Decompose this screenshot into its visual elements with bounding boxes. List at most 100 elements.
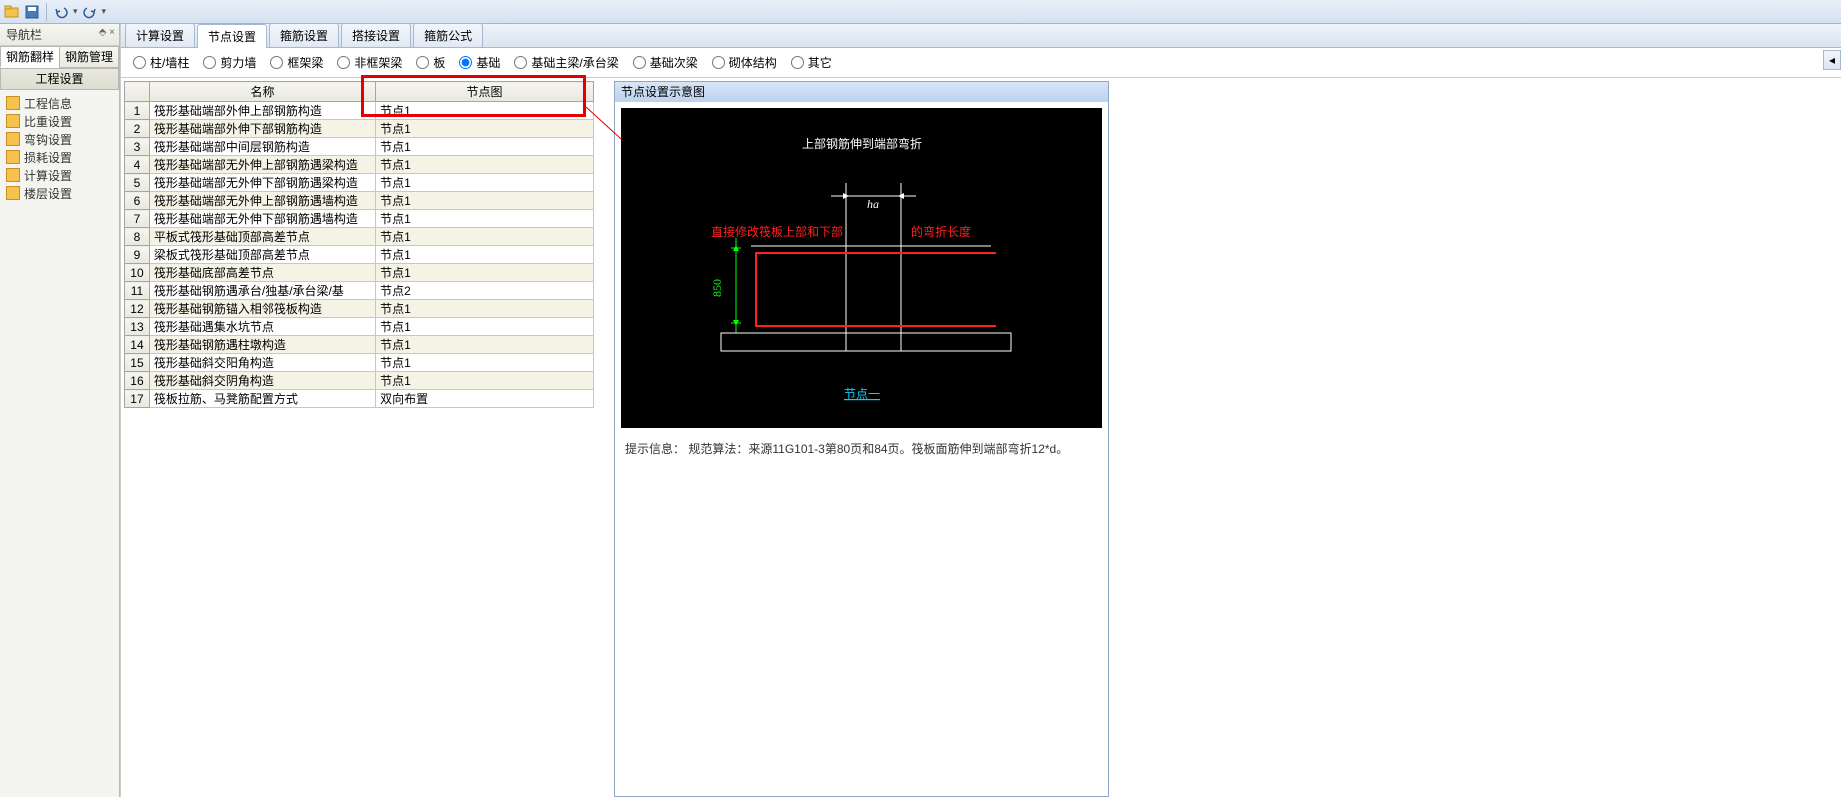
cell-name[interactable]: 筏形基础斜交阴角构造 <box>149 372 375 390</box>
tree-item-4[interactable]: 计算设置 <box>0 166 119 184</box>
table-row[interactable]: 1筏形基础端部外伸上部钢筋构造节点1 <box>125 102 594 120</box>
table-row[interactable]: 5筏形基础端部无外伸下部钢筋遇梁构造节点1 <box>125 174 594 192</box>
table-row[interactable]: 3筏形基础端部中间层钢筋构造节点1 <box>125 138 594 156</box>
cell-node[interactable]: 节点1 <box>376 156 594 174</box>
cell-node[interactable]: 节点2 <box>376 282 594 300</box>
row-number: 3 <box>125 138 150 156</box>
cell-node[interactable]: 节点1 <box>376 192 594 210</box>
left-tab-1[interactable]: 钢筋管理 <box>59 46 119 68</box>
table-row[interactable]: 7筏形基础端部无外伸下部钢筋遇墙构造节点1 <box>125 210 594 228</box>
node-grid: 名称 节点图 1筏形基础端部外伸上部钢筋构造节点12筏形基础端部外伸下部钢筋构造… <box>124 81 594 797</box>
cell-node[interactable]: 节点1 <box>376 120 594 138</box>
cell-node[interactable]: 节点1 <box>376 246 594 264</box>
table-row[interactable]: 16筏形基础斜交阴角构造节点1 <box>125 372 594 390</box>
cell-name[interactable]: 筏形基础钢筋遇承台/独基/承台梁/基 <box>149 282 375 300</box>
tree-item-0[interactable]: 工程信息 <box>0 94 119 112</box>
table-row[interactable]: 12筏形基础钢筋锚入相邻筏板构造节点1 <box>125 300 594 318</box>
radio-1[interactable]: 剪力墙 <box>203 54 256 71</box>
radio-4[interactable]: 板 <box>416 54 445 71</box>
cell-node[interactable]: 节点1 <box>376 354 594 372</box>
cell-node[interactable]: 双向布置 <box>376 390 594 408</box>
cell-name[interactable]: 筏板拉筋、马凳筋配置方式 <box>149 390 375 408</box>
tree-icon <box>6 132 20 146</box>
save-icon[interactable] <box>24 4 40 20</box>
detail-tip: 提示信息： 规范算法：来源11G101-3第80页和84页。筏板面筋伸到端部弯折… <box>615 434 1108 477</box>
grid-header-name[interactable]: 名称 <box>149 82 375 102</box>
cell-name[interactable]: 筏形基础端部中间层钢筋构造 <box>149 138 375 156</box>
cell-node[interactable]: 节点1 <box>376 264 594 282</box>
radio-8[interactable]: 砌体结构 <box>712 54 777 71</box>
tree-icon <box>6 96 20 110</box>
row-number: 15 <box>125 354 150 372</box>
main-content: 计算设置节点设置箍筋设置搭接设置箍筋公式 ◂ 柱/墙柱剪力墙框架梁非框架梁板基础… <box>120 24 1841 797</box>
cell-node[interactable]: 节点1 <box>376 174 594 192</box>
table-row[interactable]: 14筏形基础钢筋遇柱墩构造节点1 <box>125 336 594 354</box>
doc-tab-2[interactable]: 箍筋设置 <box>269 23 339 47</box>
table-row[interactable]: 10筏形基础底部高差节点节点1 <box>125 264 594 282</box>
cell-name[interactable]: 筏形基础底部高差节点 <box>149 264 375 282</box>
cell-name[interactable]: 筏形基础遇集水坑节点 <box>149 318 375 336</box>
grid-header-rownum <box>125 82 150 102</box>
radio-7[interactable]: 基础次梁 <box>633 54 698 71</box>
table-row[interactable]: 6筏形基础端部无外伸上部钢筋遇墙构造节点1 <box>125 192 594 210</box>
radio-6[interactable]: 基础主梁/承台梁 <box>514 54 618 71</box>
cell-name[interactable]: 筏形基础钢筋锚入相邻筏板构造 <box>149 300 375 318</box>
pin-icon[interactable]: ⬘ × <box>99 27 115 38</box>
cell-name[interactable]: 平板式筏形基础顶部高差节点 <box>149 228 375 246</box>
row-number: 12 <box>125 300 150 318</box>
radio-2[interactable]: 框架梁 <box>270 54 323 71</box>
doc-tab-3[interactable]: 搭接设置 <box>341 23 411 47</box>
cell-node[interactable]: 节点1 <box>376 300 594 318</box>
row-number: 14 <box>125 336 150 354</box>
table-row[interactable]: 4筏形基础端部无外伸上部钢筋遇梁构造节点1 <box>125 156 594 174</box>
cell-name[interactable]: 筏形基础端部无外伸下部钢筋遇墙构造 <box>149 210 375 228</box>
cell-node[interactable]: 节点1 <box>376 336 594 354</box>
cell-node[interactable]: 节点1 <box>376 372 594 390</box>
cell-node[interactable]: 节点1 <box>376 210 594 228</box>
cell-node[interactable]: 节点1 <box>376 138 594 156</box>
tab-overflow-button[interactable]: ◂ <box>1823 50 1841 70</box>
table-row[interactable]: 8平板式筏形基础顶部高差节点节点1 <box>125 228 594 246</box>
document-tabs: 计算设置节点设置箍筋设置搭接设置箍筋公式 <box>121 24 1841 48</box>
tree-item-1[interactable]: 比重设置 <box>0 112 119 130</box>
table-row[interactable]: 11筏形基础钢筋遇承台/独基/承台梁/基节点2 <box>125 282 594 300</box>
cell-name[interactable]: 筏形基础斜交阳角构造 <box>149 354 375 372</box>
grid-header-node[interactable]: 节点图 <box>376 82 594 102</box>
tree-item-3[interactable]: 损耗设置 <box>0 148 119 166</box>
radio-9[interactable]: 其它 <box>791 54 832 71</box>
tree-item-2[interactable]: 弯钩设置 <box>0 130 119 148</box>
cell-node[interactable]: 节点1 <box>376 228 594 246</box>
canvas-heading: 上部钢筋伸到端部弯折 <box>802 136 922 151</box>
table-row[interactable]: 9梁板式筏形基础顶部高差节点节点1 <box>125 246 594 264</box>
cell-name[interactable]: 筏形基础端部外伸下部钢筋构造 <box>149 120 375 138</box>
folder-icon[interactable] <box>4 4 20 20</box>
doc-tab-0[interactable]: 计算设置 <box>125 23 195 47</box>
doc-tab-1[interactable]: 节点设置 <box>197 24 267 48</box>
tree-icon <box>6 114 20 128</box>
doc-tab-4[interactable]: 箍筋公式 <box>413 23 483 47</box>
table-row[interactable]: 2筏形基础端部外伸下部钢筋构造节点1 <box>125 120 594 138</box>
table-row[interactable]: 17筏板拉筋、马凳筋配置方式双向布置 <box>125 390 594 408</box>
tip-text: 规范算法：来源11G101-3第80页和84页。筏板面筋伸到端部弯折12*d。 <box>688 442 1068 456</box>
category-radio-bar: 柱/墙柱剪力墙框架梁非框架梁板基础基础主梁/承台梁基础次梁砌体结构其它 <box>121 48 1841 78</box>
cell-node[interactable]: 节点1 <box>376 318 594 336</box>
left-tab-0[interactable]: 钢筋翻样 <box>0 46 59 68</box>
cell-name[interactable]: 筏形基础端部无外伸上部钢筋遇梁构造 <box>149 156 375 174</box>
cell-name[interactable]: 筏形基础端部无外伸上部钢筋遇墙构造 <box>149 192 375 210</box>
cell-name[interactable]: 筏形基础钢筋遇柱墩构造 <box>149 336 375 354</box>
table-row[interactable]: 13筏形基础遇集水坑节点节点1 <box>125 318 594 336</box>
redo-icon[interactable] <box>82 4 98 20</box>
table-row[interactable]: 15筏形基础斜交阳角构造节点1 <box>125 354 594 372</box>
undo-icon[interactable] <box>53 4 69 20</box>
row-number: 1 <box>125 102 150 120</box>
cell-name[interactable]: 梁板式筏形基础顶部高差节点 <box>149 246 375 264</box>
cell-node[interactable]: 节点1 <box>376 102 594 120</box>
tree-item-5[interactable]: 楼层设置 <box>0 184 119 202</box>
cell-name[interactable]: 筏形基础端部无外伸下部钢筋遇梁构造 <box>149 174 375 192</box>
row-number: 5 <box>125 174 150 192</box>
radio-5[interactable]: 基础 <box>459 54 500 71</box>
radio-3[interactable]: 非框架梁 <box>337 54 402 71</box>
radio-0[interactable]: 柱/墙柱 <box>133 54 189 71</box>
cell-name[interactable]: 筏形基础端部外伸上部钢筋构造 <box>149 102 375 120</box>
detail-title: 节点设置示意图 <box>615 82 1108 102</box>
